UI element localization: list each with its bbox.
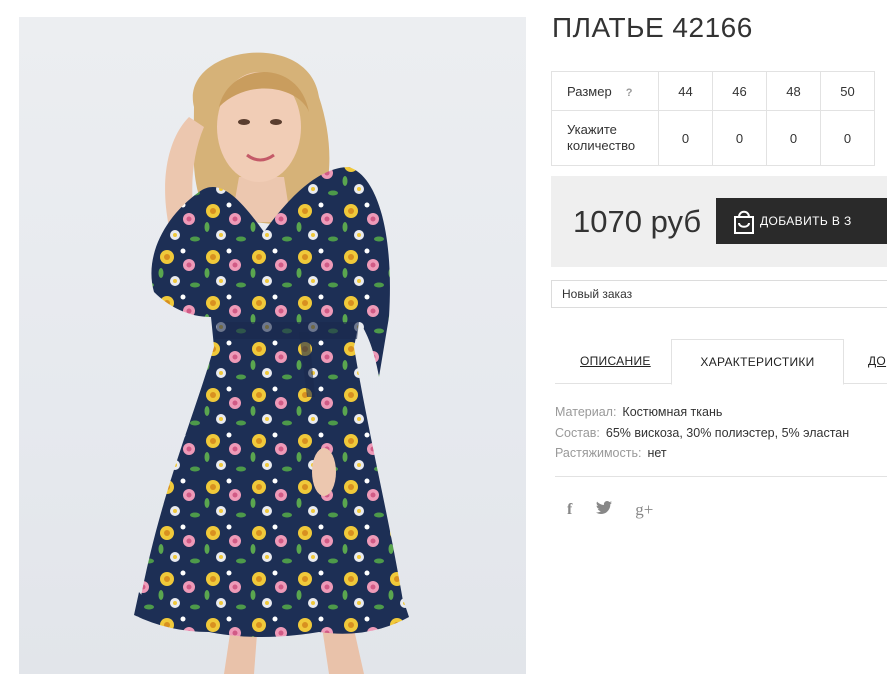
size-help-icon[interactable]: ? <box>626 87 633 99</box>
dress-illustration <box>134 52 409 674</box>
size-value[interactable]: 46 <box>712 71 767 111</box>
characteristics-list: Материал: Костюмная ткань Состав: 65% виск… <box>555 402 849 464</box>
characteristic-row: Материал: Костюмная ткань <box>555 402 849 423</box>
tab-characteristics[interactable]: ХАРАКТЕРИСТИКИ <box>671 339 844 385</box>
tab-description[interactable]: ОПИСАНИЕ <box>580 339 651 384</box>
characteristic-row: Состав: 65% вискоза, 30% полиэстер, 5% эл… <box>555 423 849 444</box>
product-tabs: ОПИСАНИЕ ХАРАКТЕРИСТИКИ ДО <box>555 339 887 385</box>
tab-delivery[interactable]: ДО <box>868 339 886 384</box>
quantity-label-line2: количество <box>567 138 636 153</box>
quantity-row: Укажите количество 0 0 0 0 <box>551 110 875 166</box>
quantity-label-cell: Укажите количество <box>551 110 659 166</box>
size-label: Размер <box>567 83 612 99</box>
size-quantity-table: Размер? 44 46 48 50 Укажите количество 0… <box>551 71 875 166</box>
quantity-input[interactable]: 0 <box>766 110 821 166</box>
characteristic-value: Костюмная ткань <box>622 405 723 419</box>
characteristic-key: Состав: <box>555 425 600 440</box>
shopping-bag-icon <box>734 210 754 234</box>
add-to-cart-button[interactable]: ДОБАВИТЬ В З <box>716 198 887 244</box>
characteristic-value: нет <box>647 446 667 460</box>
characteristic-key: Материал: <box>555 405 617 419</box>
size-row: Размер? 44 46 48 50 <box>551 71 875 111</box>
product-photo[interactable] <box>19 17 526 674</box>
google-plus-icon[interactable]: g+ <box>635 500 653 520</box>
quantity-input[interactable]: 0 <box>712 110 767 166</box>
characteristic-key: Растяжимость: <box>555 446 642 460</box>
price-panel: 1070 руб ДОБАВИТЬ В З <box>551 176 887 267</box>
twitter-icon[interactable] <box>595 501 612 519</box>
quantity-label-line1: Укажите <box>567 122 617 137</box>
characteristic-value: 65% вискоза, 30% полиэстер, 5% эластан <box>605 425 850 440</box>
price: 1070 руб <box>573 204 702 239</box>
social-share: f g+ <box>567 500 672 520</box>
facebook-icon[interactable]: f <box>567 501 572 519</box>
section-divider <box>555 476 887 477</box>
size-value[interactable]: 48 <box>766 71 821 111</box>
quantity-input[interactable]: 0 <box>820 110 875 166</box>
size-value[interactable]: 50 <box>820 71 875 111</box>
add-to-cart-label: ДОБАВИТЬ В З <box>760 214 852 228</box>
size-value[interactable]: 44 <box>658 71 713 111</box>
order-select[interactable]: Новый заказ <box>551 280 887 308</box>
product-title: ПЛАТЬЕ 42166 <box>552 12 753 43</box>
quantity-input[interactable]: 0 <box>658 110 713 166</box>
size-label-cell: Размер? <box>551 71 659 111</box>
characteristic-row: Растяжимость: нет <box>555 443 849 464</box>
